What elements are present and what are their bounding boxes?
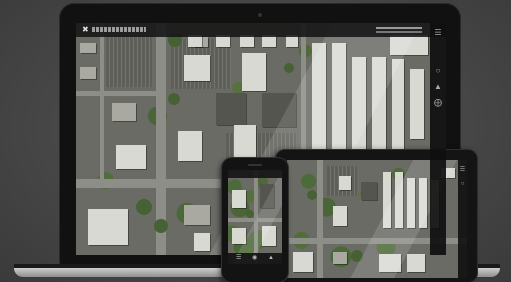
map-road	[254, 170, 258, 264]
building-roof	[339, 176, 351, 190]
building-roof	[216, 93, 246, 125]
ruler-icon[interactable]: ▲	[434, 83, 442, 91]
warehouse-roof	[352, 57, 366, 155]
layers-icon[interactable]: ▲	[268, 255, 274, 261]
phone-speaker	[248, 164, 262, 166]
building-roof	[178, 131, 202, 161]
phone-top-bar	[228, 170, 282, 178]
app-top-bar: ✖	[76, 23, 446, 37]
tree	[284, 63, 294, 73]
tree	[307, 190, 317, 200]
building-roof	[88, 209, 128, 245]
building-roof	[242, 53, 266, 91]
search-icon[interactable]: ○	[459, 180, 466, 188]
warehouse-roof	[392, 59, 404, 155]
warehouse-roof	[410, 69, 424, 139]
phone-bottom-bar: ☰ ◉ ▲	[228, 253, 282, 264]
layers-icon[interactable]: ☰	[434, 29, 442, 37]
warehouse-roof	[407, 178, 415, 228]
phone-map-view[interactable]: ☰ ◉ ▲	[228, 170, 282, 264]
menu-icon[interactable]: ☰	[236, 255, 242, 261]
building-roof	[260, 184, 274, 208]
building-roof	[333, 206, 347, 226]
map-road	[317, 160, 323, 278]
building-roof	[232, 228, 246, 244]
app-tool-sidebar: ☰ ○ ▲ ⨁	[430, 23, 446, 255]
tree	[136, 199, 152, 215]
building-roof	[293, 252, 313, 272]
building-roof	[333, 252, 347, 264]
app-logo-wordmark	[92, 27, 146, 32]
logo-mark-icon[interactable]: ✖	[82, 26, 89, 34]
building-roof	[116, 145, 146, 169]
layers-icon[interactable]: ☰	[459, 166, 466, 174]
map-road	[100, 23, 104, 179]
tree	[246, 210, 254, 218]
warehouse-roof	[395, 172, 403, 228]
building-roof	[407, 254, 425, 272]
tree	[154, 219, 168, 233]
target-icon[interactable]: ⨁	[434, 99, 442, 107]
tree	[168, 93, 180, 105]
warehouse-roof	[312, 43, 326, 155]
warehouse-roof	[332, 43, 346, 155]
map-road	[228, 218, 282, 222]
building-roof	[80, 67, 96, 79]
laptop-camera	[258, 13, 262, 17]
building-roof	[184, 55, 210, 81]
tree	[351, 250, 363, 262]
building-roof	[194, 233, 210, 251]
map-pin-icon[interactable]: ○	[434, 67, 442, 75]
building-roof	[232, 190, 246, 208]
tablet-tool-sidebar: ☰ ○	[458, 160, 467, 278]
warehouse-roof	[390, 35, 428, 55]
building-roof	[379, 254, 401, 272]
warehouse-roof	[383, 172, 391, 228]
map-road	[76, 91, 158, 96]
building-roof	[361, 182, 377, 200]
parking-lot	[106, 37, 152, 87]
building-roof	[262, 226, 276, 246]
warehouse-roof	[419, 178, 427, 228]
camera-icon[interactable]: ◉	[252, 255, 258, 261]
building-roof	[80, 43, 96, 53]
building-roof	[262, 93, 296, 127]
building-roof	[112, 103, 136, 121]
account-menu[interactable]	[376, 27, 422, 29]
building-roof	[184, 205, 210, 225]
warehouse-roof	[372, 57, 386, 155]
